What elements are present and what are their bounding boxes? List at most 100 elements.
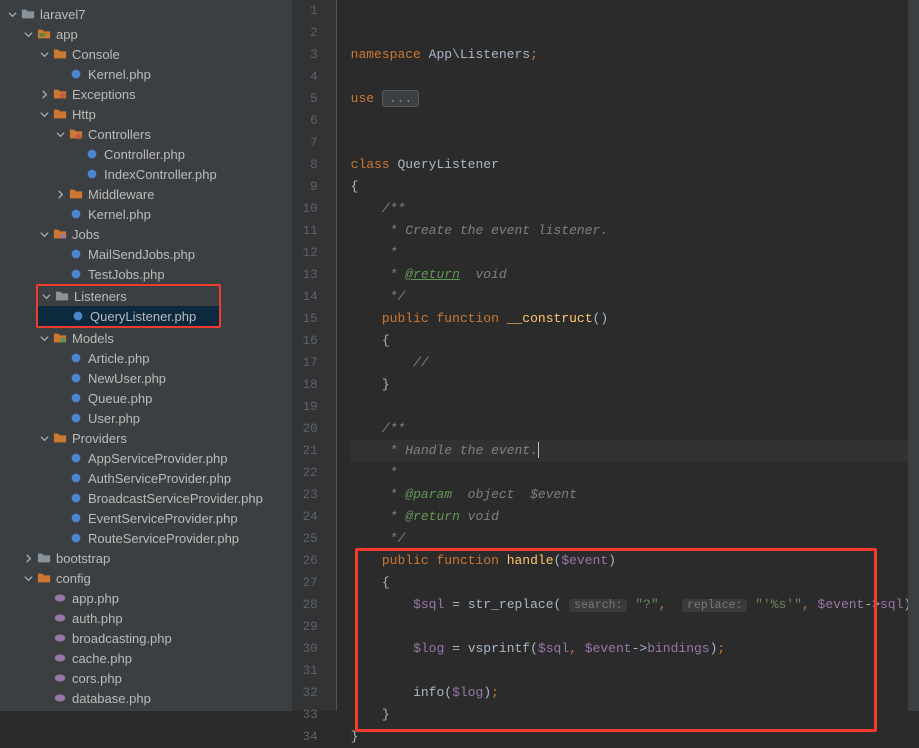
tree-app[interactable]: app	[0, 24, 281, 44]
php-file-icon	[68, 66, 84, 82]
tree-label: Listeners	[74, 289, 127, 304]
folder-icon	[54, 288, 70, 304]
project-tree[interactable]: laravel7 app Console Kernel.php Exceptio…	[0, 0, 282, 711]
chevron-down-icon[interactable]	[6, 8, 18, 20]
code-editor[interactable]: 1234567891011121314151617181920212223242…	[282, 0, 919, 711]
php-icon	[52, 670, 68, 686]
tree-models[interactable]: Models	[0, 328, 281, 348]
tree-label: broadcasting.php	[72, 631, 172, 646]
tree-file[interactable]: BroadcastServiceProvider.php	[0, 488, 281, 508]
tree-file[interactable]: Kernel.php	[0, 64, 281, 84]
func: str_replace	[468, 597, 554, 612]
chevron-down-icon[interactable]	[40, 290, 52, 302]
tree-file[interactable]: AppServiceProvider.php	[0, 448, 281, 468]
tree-label: Console	[72, 47, 120, 62]
comment: */	[382, 289, 405, 304]
chevron-down-icon[interactable]	[38, 48, 50, 60]
tree-file[interactable]: NewUser.php	[0, 368, 281, 388]
folder-icon	[68, 126, 84, 142]
variable: $event	[561, 553, 608, 568]
comment: //	[413, 355, 429, 370]
tree-file[interactable]: User.php	[0, 408, 281, 428]
tree-file[interactable]: Article.php	[0, 348, 281, 368]
php-file-icon	[68, 490, 84, 506]
chevron-down-icon[interactable]	[38, 108, 50, 120]
tree-file[interactable]: Controller.php	[0, 144, 281, 164]
code-fold[interactable]: ...	[382, 90, 419, 107]
tree-file[interactable]: cache.php	[0, 648, 281, 668]
chevron-down-icon[interactable]	[38, 228, 50, 240]
tree-file[interactable]: EventServiceProvider.php	[0, 508, 281, 528]
php-file-icon	[68, 410, 84, 426]
variable: $event	[585, 641, 632, 656]
tree-controllers[interactable]: Controllers	[0, 124, 281, 144]
tree-label: cache.php	[72, 651, 132, 666]
php-icon	[52, 610, 68, 626]
tree-file[interactable]: Kernel.php	[0, 204, 281, 224]
variable: $log	[413, 641, 444, 656]
doc-tag: @param	[405, 487, 452, 502]
variable: $sql	[538, 641, 569, 656]
keyword: namespace	[351, 47, 429, 62]
tree-label: EventServiceProvider.php	[88, 511, 238, 526]
tree-label: Providers	[72, 431, 127, 446]
php-file-icon	[84, 166, 100, 182]
tree-root[interactable]: laravel7	[0, 4, 281, 24]
tree-jobs[interactable]: Jobs	[0, 224, 281, 244]
tree-exceptions[interactable]: Exceptions	[0, 84, 281, 104]
tree-middleware[interactable]: Middleware	[0, 184, 281, 204]
php-file-icon	[68, 266, 84, 282]
editor-scrollbar[interactable]	[908, 0, 919, 711]
folder-icon	[36, 550, 52, 566]
chevron-right-icon[interactable]	[22, 552, 34, 564]
tree-file[interactable]: database.php	[0, 688, 281, 708]
chevron-right-icon[interactable]	[54, 188, 66, 200]
tree-file[interactable]: broadcasting.php	[0, 628, 281, 648]
tree-listeners[interactable]: Listeners	[38, 286, 219, 306]
tree-file[interactable]: TestJobs.php	[0, 264, 281, 284]
comment: */	[382, 531, 405, 546]
php-file-icon	[68, 350, 84, 366]
tree-console[interactable]: Console	[0, 44, 281, 64]
php-icon	[52, 590, 68, 606]
tree-file[interactable]: auth.php	[0, 608, 281, 628]
tree-label: config	[56, 571, 91, 586]
chevron-down-icon[interactable]	[22, 28, 34, 40]
chevron-down-icon[interactable]	[38, 432, 50, 444]
tree-file[interactable]: MailSendJobs.php	[0, 244, 281, 264]
tree-querylistener[interactable]: QueryListener.php	[38, 306, 219, 326]
variable: $log	[452, 685, 483, 700]
tree-label: Jobs	[72, 227, 99, 242]
tree-http[interactable]: Http	[0, 104, 281, 124]
tree-bootstrap[interactable]: bootstrap	[0, 548, 281, 568]
comment: * Handle the event.	[382, 443, 538, 458]
tree-file[interactable]: AuthServiceProvider.php	[0, 468, 281, 488]
chevron-down-icon[interactable]	[54, 128, 66, 140]
php-icon	[52, 630, 68, 646]
code-area[interactable]: namespace App\Listeners; use ... class Q…	[337, 0, 919, 711]
tree-file[interactable]: Queue.php	[0, 388, 281, 408]
tree-label: cors.php	[72, 671, 122, 686]
chevron-down-icon[interactable]	[22, 572, 34, 584]
tree-file[interactable]: app.php	[0, 588, 281, 608]
chevron-right-icon[interactable]	[38, 88, 50, 100]
tree-file[interactable]: IndexController.php	[0, 164, 281, 184]
php-file-icon	[84, 146, 100, 162]
tree-providers[interactable]: Providers	[0, 428, 281, 448]
chevron-down-icon[interactable]	[38, 332, 50, 344]
folder-icon	[52, 86, 68, 102]
folder-icon	[52, 430, 68, 446]
method-name: __construct	[507, 311, 593, 326]
method-name: handle	[507, 553, 554, 568]
property: bindings	[647, 641, 709, 656]
sidebar-scrollbar[interactable]	[281, 0, 292, 711]
tree-label: Kernel.php	[88, 67, 151, 82]
variable: $sql	[413, 597, 444, 612]
tree-label: laravel7	[40, 7, 86, 22]
tree-label: Models	[72, 331, 114, 346]
tree-config[interactable]: config	[0, 568, 281, 588]
php-file-icon	[68, 246, 84, 262]
tree-file[interactable]: cors.php	[0, 668, 281, 688]
tree-file[interactable]: RouteServiceProvider.php	[0, 528, 281, 548]
line-number: 34	[282, 726, 318, 748]
